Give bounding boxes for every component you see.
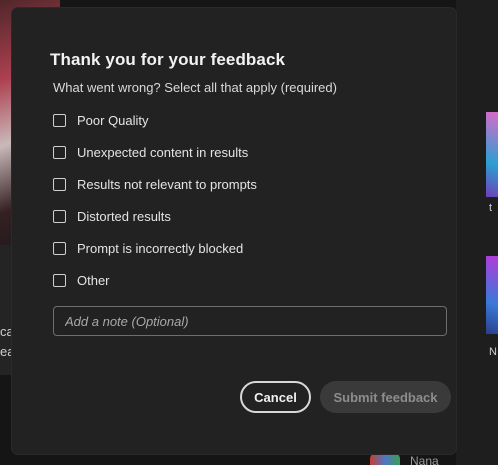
option-label: Prompt is incorrectly blocked — [77, 240, 244, 256]
option-label: Results not relevant to prompts — [77, 176, 257, 192]
checkbox[interactable] — [53, 209, 66, 223]
background-thumbnail-right[interactable] — [486, 256, 498, 334]
option-distorted[interactable]: Distorted results — [53, 206, 171, 226]
background-text-right: t — [489, 202, 493, 214]
background-text-bottom: Nana — [410, 454, 439, 465]
option-other[interactable]: Other — [53, 270, 110, 290]
option-label: Distorted results — [77, 208, 171, 224]
option-not-relevant[interactable]: Results not relevant to prompts — [53, 174, 257, 194]
checkbox[interactable] — [53, 145, 66, 159]
feedback-dialog: Thank you for your feedback What went wr… — [12, 8, 456, 454]
option-label: Other — [77, 272, 110, 288]
background-avatar — [370, 453, 400, 465]
option-incorrectly-blocked[interactable]: Prompt is incorrectly blocked — [53, 238, 243, 258]
background-right-panel — [456, 0, 498, 465]
note-input[interactable] — [53, 306, 447, 336]
option-unexpected-content[interactable]: Unexpected content in results — [53, 142, 248, 162]
checkbox[interactable] — [53, 241, 66, 255]
dialog-subtitle: What went wrong? Select all that apply (… — [53, 80, 337, 95]
submit-feedback-button[interactable]: Submit feedback — [320, 381, 451, 413]
background-thumbnail-right[interactable] — [486, 112, 498, 197]
background-text-right: N — [489, 346, 497, 358]
checkbox[interactable] — [53, 273, 66, 287]
option-label: Unexpected content in results — [77, 144, 249, 160]
option-poor-quality[interactable]: Poor Quality — [53, 110, 149, 130]
checkbox[interactable] — [53, 177, 66, 191]
checkbox[interactable] — [53, 113, 66, 127]
dialog-title: Thank you for your feedback — [50, 50, 286, 69]
cancel-button[interactable]: Cancel — [240, 381, 311, 413]
option-label: Poor Quality — [77, 112, 149, 128]
